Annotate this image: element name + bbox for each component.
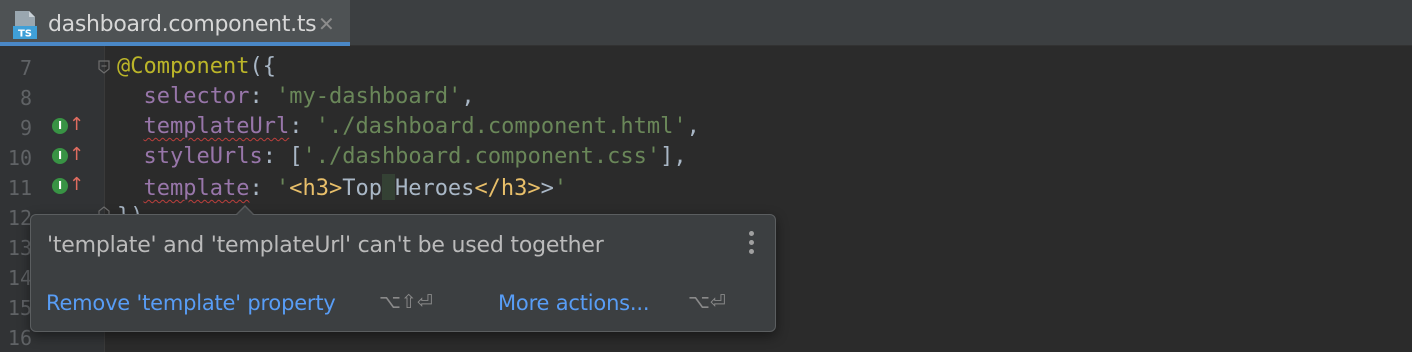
line-number: 7 <box>19 56 32 80</box>
code-line-9[interactable]: templateUrl: './dashboard.component.html… <box>117 114 700 139</box>
close-icon[interactable]: ✕ <box>318 12 335 36</box>
error-popup: 'template' and 'templateUrl' can't be us… <box>30 214 776 332</box>
code-line-7[interactable]: @Component({ <box>117 54 276 79</box>
line-number: 14 <box>7 266 32 290</box>
line-number: 9 <box>19 116 32 140</box>
more-options-icon[interactable] <box>749 231 755 257</box>
implementing-marker-icon[interactable]: I ↑ <box>52 174 84 198</box>
tab-dashboard-component[interactable]: TS dashboard.component.ts ✕ <box>0 0 350 46</box>
line-number: 10 <box>7 146 32 170</box>
typescript-file-icon: TS <box>13 11 37 40</box>
popup-pointer-fill <box>236 207 254 216</box>
error-message: 'template' and 'templateUrl' can't be us… <box>47 233 604 258</box>
line-number: 8 <box>19 86 32 110</box>
tab-title: dashboard.component.ts <box>48 12 317 37</box>
code-line-10[interactable]: styleUrls: ['./dashboard.component.css']… <box>117 144 687 169</box>
line-number: 16 <box>7 326 32 350</box>
text-cursor <box>381 174 395 200</box>
line-number: 15 <box>7 296 32 320</box>
more-actions-shortcut: ⌥⏎ <box>688 291 726 313</box>
remove-template-shortcut: ⌥⇧⏎ <box>379 291 433 313</box>
line-number: 12 <box>7 206 32 230</box>
more-actions-link[interactable]: More actions... <box>498 291 650 315</box>
svg-text:TS: TS <box>18 29 32 40</box>
line-number: 13 <box>7 236 32 260</box>
implementing-marker-icon[interactable]: I ↑ <box>52 144 84 168</box>
fold-collapse-icon[interactable] <box>98 60 110 74</box>
line-number: 11 <box>7 176 32 200</box>
code-line-11[interactable]: template: '<h3>Top Heroes</h3>>' <box>117 174 567 201</box>
remove-template-action[interactable]: Remove 'template' property <box>46 291 336 315</box>
implementing-marker-icon[interactable]: I ↑ <box>52 114 84 138</box>
code-line-8[interactable]: selector: 'my-dashboard', <box>117 84 475 109</box>
editor-tab-bar: TS dashboard.component.ts ✕ <box>0 0 1412 46</box>
